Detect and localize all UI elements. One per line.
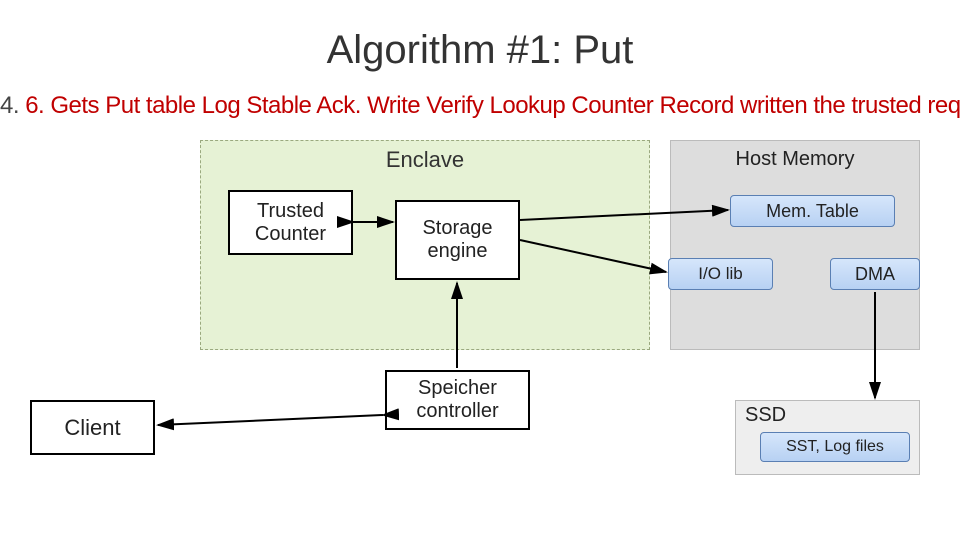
host-memory-label: Host Memory	[670, 148, 920, 171]
storage-engine-box: Storage engine	[395, 200, 520, 280]
step-number: 4.	[0, 92, 25, 119]
iolib-pill: I/O lib	[668, 258, 773, 290]
host-memory-region	[670, 140, 920, 350]
step-body: 6. Gets Put table Log Stable Ack. Write …	[25, 92, 960, 119]
slide-title: Algorithm #1: Put	[0, 28, 960, 73]
ssd-label: SSD	[745, 404, 786, 427]
dma-pill: DMA	[830, 258, 920, 290]
memtable-pill: Mem. Table	[730, 195, 895, 227]
speicher-controller-box: Speicher controller	[385, 370, 530, 430]
algorithm-step-text: 4. 6. Gets Put table Log Stable Ack. Wri…	[0, 92, 960, 120]
sst-log-files-pill: SST, Log files	[760, 432, 910, 462]
trusted-counter-box: Trusted Counter	[228, 190, 353, 255]
client-box: Client	[30, 400, 155, 455]
enclave-label: Enclave	[200, 147, 650, 173]
